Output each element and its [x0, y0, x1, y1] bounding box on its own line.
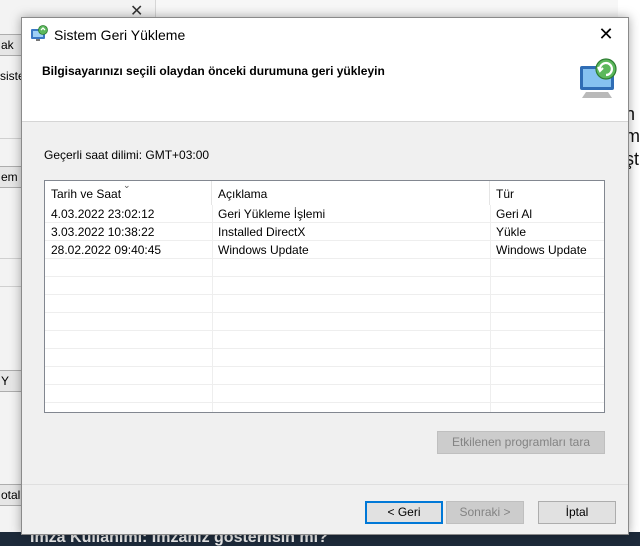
list-header: Tarih ve Saat ⌄ Açıklama Tür — [45, 181, 604, 205]
system-restore-icon — [31, 25, 48, 41]
empty-row — [45, 277, 604, 295]
table-row[interactable]: 28.02.2022 09:40:45 Windows Update Windo… — [45, 241, 604, 259]
system-restore-dialog: Sistem Geri Yükleme ✕ Bilgisayarınızı se… — [21, 17, 629, 535]
cancel-button[interactable]: İptal — [538, 501, 616, 524]
empty-row — [45, 259, 604, 277]
column-header-type[interactable]: Tür — [490, 181, 604, 205]
cell-type: Yükle — [496, 225, 527, 239]
empty-row — [45, 385, 604, 403]
cell-type: Windows Update — [496, 243, 587, 257]
empty-row — [45, 349, 604, 367]
system-restore-large-icon — [580, 58, 617, 98]
cell-type: Geri Al — [496, 207, 533, 221]
title-bar: Sistem Geri Yükleme ✕ — [22, 18, 628, 50]
column-header-description[interactable]: Açıklama — [212, 181, 490, 205]
restore-points-list[interactable]: Tarih ve Saat ⌄ Açıklama Tür 4.03.2022 2… — [44, 180, 605, 413]
empty-row — [45, 313, 604, 331]
dialog-header: Bilgisayarınızı seçili olaydan önceki du… — [22, 50, 628, 122]
cell-description: Installed DirectX — [218, 225, 306, 239]
timezone-label: Geçerli saat dilimi: GMT+03:00 — [44, 148, 210, 162]
page-heading: Bilgisayarınızı seçili olaydan önceki du… — [42, 64, 385, 78]
table-row[interactable]: 4.03.2022 23:02:12 Geri Yükleme İşlemi G… — [45, 205, 604, 223]
column-header-date[interactable]: Tarih ve Saat ⌄ — [45, 181, 212, 205]
cell-description: Geri Yükleme İşlemi — [218, 207, 326, 221]
empty-row — [45, 367, 604, 385]
column-header-date-label: Tarih ve Saat — [51, 187, 122, 201]
empty-row — [45, 331, 604, 349]
scan-affected-programs-button[interactable]: Etkilenen programları tara — [437, 431, 605, 454]
sort-arrow-icon: ⌄ — [123, 180, 131, 190]
next-button[interactable]: Sonraki > — [446, 501, 524, 524]
cell-description: Windows Update — [218, 243, 309, 257]
button-bar: < Geri Sonraki > İptal — [22, 484, 628, 534]
window-title: Sistem Geri Yükleme — [54, 27, 186, 43]
close-button[interactable]: ✕ — [594, 23, 618, 45]
background-window-strip — [156, 0, 640, 18]
cell-date: 4.03.2022 23:02:12 — [51, 207, 155, 221]
back-button[interactable]: < Geri — [365, 501, 443, 524]
cell-date: 28.02.2022 09:40:45 — [51, 243, 162, 257]
cell-date: 3.03.2022 10:38:22 — [51, 225, 155, 239]
empty-row — [45, 295, 604, 313]
table-row[interactable]: 3.03.2022 10:38:22 Installed DirectX Yük… — [45, 223, 604, 241]
